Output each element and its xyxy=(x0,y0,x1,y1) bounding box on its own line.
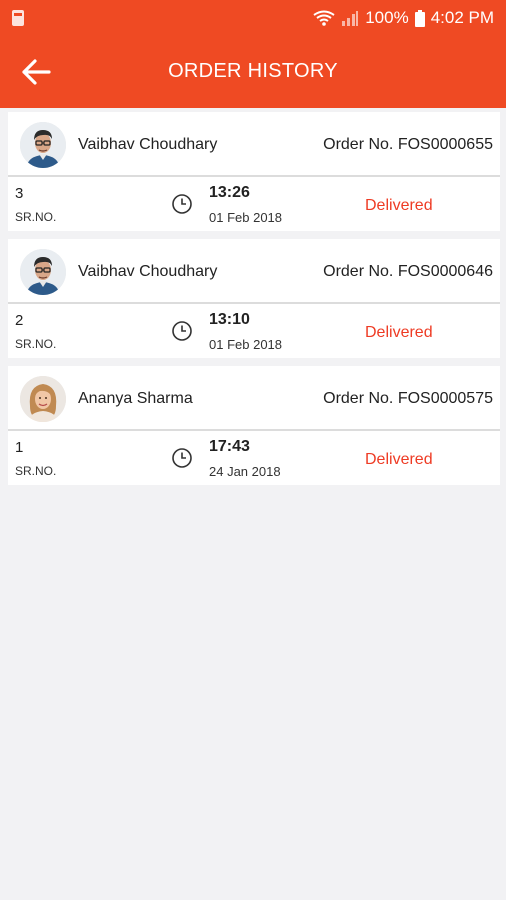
wifi-icon xyxy=(313,10,335,26)
male-avatar xyxy=(20,249,66,295)
signal-icon xyxy=(341,10,359,26)
order-card-details: 1 SR.NO. 17:43 24 Jan 2018 Delivered xyxy=(8,431,500,485)
clock-time: 4:02 PM xyxy=(430,8,494,27)
battery-icon xyxy=(414,9,425,27)
female-avatar xyxy=(20,376,66,422)
order-date: 24 Jan 2018 xyxy=(209,464,281,479)
serial-number: 2 xyxy=(15,312,24,329)
customer-name: Ananya Sharma xyxy=(78,390,193,407)
male-avatar xyxy=(20,122,66,168)
customer-name: Vaibhav Choudhary xyxy=(78,263,218,280)
order-time: 13:26 xyxy=(209,184,250,201)
order-number: Order No. FOS0000575 xyxy=(323,390,493,407)
delivery-status: Delivered xyxy=(365,451,433,468)
order-list: Vaibhav Choudhary Order No. FOS0000655 3… xyxy=(8,112,500,493)
order-date: 01 Feb 2018 xyxy=(209,210,283,225)
app-bar: ORDER HISTORY xyxy=(0,36,506,108)
clock-icon xyxy=(172,448,192,468)
order-date: 01 Feb 2018 xyxy=(209,337,283,352)
delivery-status: Delivered xyxy=(365,324,433,341)
order-card[interactable]: Ananya Sharma Order No. FOS0000575 1 SR.… xyxy=(8,366,500,485)
clock-icon xyxy=(172,194,192,214)
customer-name: Vaibhav Choudhary xyxy=(78,136,218,153)
order-number: Order No. FOS0000655 xyxy=(323,136,493,153)
order-card-header: Vaibhav Choudhary Order No. FOS0000646 xyxy=(8,239,500,304)
serial-number-label: SR.NO. xyxy=(15,464,57,478)
app-screen: 100% 4:02 PM ORDER HISTORY Vaibhav Choud… xyxy=(0,0,506,900)
serial-number: 1 xyxy=(15,439,24,456)
serial-number: 3 xyxy=(15,185,24,202)
order-card-details: 2 SR.NO. 13:10 01 Feb 2018 Delivered xyxy=(8,304,500,358)
serial-number-label: SR.NO. xyxy=(15,337,57,351)
order-time: 13:10 xyxy=(209,311,250,328)
order-number: Order No. FOS0000646 xyxy=(323,263,493,280)
page-title: ORDER HISTORY xyxy=(168,60,338,82)
order-card-details: 3 SR.NO. 13:26 01 Feb 2018 Delivered xyxy=(8,177,500,231)
delivery-status: Delivered xyxy=(365,197,433,214)
order-card[interactable]: Vaibhav Choudhary Order No. FOS0000646 2… xyxy=(8,239,500,358)
serial-number-label: SR.NO. xyxy=(15,210,57,224)
battery-percent: 100% xyxy=(365,8,409,27)
order-card-header: Vaibhav Choudhary Order No. FOS0000655 xyxy=(8,112,500,177)
order-card-header: Ananya Sharma Order No. FOS0000575 xyxy=(8,366,500,431)
status-bar: 100% 4:02 PM xyxy=(0,0,506,36)
order-card[interactable]: Vaibhav Choudhary Order No. FOS0000655 3… xyxy=(8,112,500,231)
clock-icon xyxy=(172,321,192,341)
notification-icon xyxy=(12,10,24,26)
order-time: 17:43 xyxy=(209,438,250,455)
